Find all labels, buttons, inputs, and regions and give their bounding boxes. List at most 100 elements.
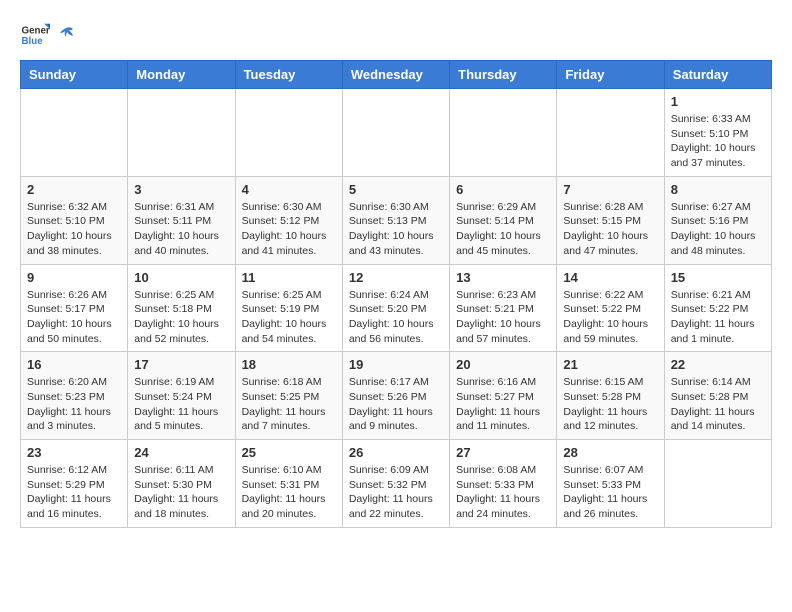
day-info: Sunrise: 6:25 AM Sunset: 5:18 PM Dayligh… xyxy=(134,288,228,347)
calendar-day-cell xyxy=(235,89,342,177)
calendar-day-cell: 24Sunrise: 6:11 AM Sunset: 5:30 PM Dayli… xyxy=(128,440,235,528)
day-info: Sunrise: 6:07 AM Sunset: 5:33 PM Dayligh… xyxy=(563,463,657,522)
day-number: 14 xyxy=(563,270,657,285)
calendar-day-cell: 27 Sunrise: 6:08 AM Sunset: 5:33 PM Dayli… xyxy=(450,440,557,528)
day-number: 13 xyxy=(456,270,550,285)
calendar-day-cell xyxy=(21,89,128,177)
calendar-day-cell: 23 Sunrise: 6:12 AM Sunset: 5:29 PM Dayli… xyxy=(21,440,128,528)
day-info: Sunrise: 6:14 AM Sunset: 5:28 PM Dayligh… xyxy=(671,375,765,434)
day-number: 21 xyxy=(563,357,657,372)
day-number: 22 xyxy=(671,357,765,372)
calendar-day-cell: 8 Sunrise: 6:27 AM Sunset: 5:16 PM Daylig… xyxy=(664,176,771,264)
calendar-day-cell: 4Sunrise: 6:30 AM Sunset: 5:12 PM Daylig… xyxy=(235,176,342,264)
calendar-table: SundayMondayTuesdayWednesdayThursdayFrid… xyxy=(20,60,772,528)
calendar-week-row: 1 Sunrise: 6:33 AM Sunset: 5:10 PM Daylig… xyxy=(21,89,772,177)
day-number: 1 xyxy=(671,94,765,109)
day-number: 19 xyxy=(349,357,443,372)
calendar-week-row: 2 Sunrise: 6:32 AM Sunset: 5:10 PM Daylig… xyxy=(21,176,772,264)
day-info: Sunrise: 6:22 AM Sunset: 5:22 PM Dayligh… xyxy=(563,288,657,347)
day-info: Sunrise: 6:25 AM Sunset: 5:19 PM Dayligh… xyxy=(242,288,336,347)
calendar-day-cell: 12 Sunrise: 6:24 AM Sunset: 5:20 PM Dayli… xyxy=(342,264,449,352)
day-number: 25 xyxy=(242,445,336,460)
calendar-day-cell: 22 Sunrise: 6:14 AM Sunset: 5:28 PM Dayli… xyxy=(664,352,771,440)
calendar-day-cell: 9 Sunrise: 6:26 AM Sunset: 5:17 PM Daylig… xyxy=(21,264,128,352)
day-number: 23 xyxy=(27,445,121,460)
weekday-header: Saturday xyxy=(664,61,771,89)
weekday-header: Thursday xyxy=(450,61,557,89)
day-number: 12 xyxy=(349,270,443,285)
day-info: Sunrise: 6:21 AM Sunset: 5:22 PM Dayligh… xyxy=(671,288,765,347)
day-number: 6 xyxy=(456,182,550,197)
day-info: Sunrise: 6:10 AM Sunset: 5:31 PM Dayligh… xyxy=(242,463,336,522)
day-number: 2 xyxy=(27,182,121,197)
calendar-day-cell: 3Sunrise: 6:31 AM Sunset: 5:11 PM Daylig… xyxy=(128,176,235,264)
day-info: Sunrise: 6:29 AM Sunset: 5:14 PM Dayligh… xyxy=(456,200,550,259)
calendar-day-cell: 21 Sunrise: 6:15 AM Sunset: 5:28 PM Dayli… xyxy=(557,352,664,440)
day-info: Sunrise: 6:16 AM Sunset: 5:27 PM Dayligh… xyxy=(456,375,550,434)
day-number: 18 xyxy=(242,357,336,372)
calendar-day-cell: 7Sunrise: 6:28 AM Sunset: 5:15 PM Daylig… xyxy=(557,176,664,264)
calendar-day-cell: 11 Sunrise: 6:25 AM Sunset: 5:19 PM Dayli… xyxy=(235,264,342,352)
day-info: Sunrise: 6:12 AM Sunset: 5:29 PM Dayligh… xyxy=(27,463,121,522)
day-info: Sunrise: 6:33 AM Sunset: 5:10 PM Dayligh… xyxy=(671,112,765,171)
day-info: Sunrise: 6:20 AM Sunset: 5:23 PM Dayligh… xyxy=(27,375,121,434)
calendar-week-row: 9 Sunrise: 6:26 AM Sunset: 5:17 PM Daylig… xyxy=(21,264,772,352)
day-number: 15 xyxy=(671,270,765,285)
calendar-day-cell: 16 Sunrise: 6:20 AM Sunset: 5:23 PM Dayli… xyxy=(21,352,128,440)
weekday-header: Friday xyxy=(557,61,664,89)
day-number: 27 xyxy=(456,445,550,460)
day-number: 11 xyxy=(242,270,336,285)
calendar-day-cell: 19 Sunrise: 6:17 AM Sunset: 5:26 PM Dayli… xyxy=(342,352,449,440)
svg-text:Blue: Blue xyxy=(22,36,44,47)
day-info: Sunrise: 6:32 AM Sunset: 5:10 PM Dayligh… xyxy=(27,200,121,259)
day-number: 8 xyxy=(671,182,765,197)
logo: General Blue xyxy=(20,20,78,50)
calendar-day-cell: 1 Sunrise: 6:33 AM Sunset: 5:10 PM Daylig… xyxy=(664,89,771,177)
day-info: Sunrise: 6:15 AM Sunset: 5:28 PM Dayligh… xyxy=(563,375,657,434)
day-info: Sunrise: 6:19 AM Sunset: 5:24 PM Dayligh… xyxy=(134,375,228,434)
calendar-day-cell xyxy=(128,89,235,177)
calendar-day-cell: 2 Sunrise: 6:32 AM Sunset: 5:10 PM Daylig… xyxy=(21,176,128,264)
calendar-day-cell: 15 Sunrise: 6:21 AM Sunset: 5:22 PM Dayli… xyxy=(664,264,771,352)
svg-text:General: General xyxy=(22,26,51,37)
calendar-header-row: SundayMondayTuesdayWednesdayThursdayFrid… xyxy=(21,61,772,89)
day-info: Sunrise: 6:09 AM Sunset: 5:32 PM Dayligh… xyxy=(349,463,443,522)
day-info: Sunrise: 6:27 AM Sunset: 5:16 PM Dayligh… xyxy=(671,200,765,259)
day-number: 16 xyxy=(27,357,121,372)
day-info: Sunrise: 6:26 AM Sunset: 5:17 PM Dayligh… xyxy=(27,288,121,347)
calendar-day-cell: 28 Sunrise: 6:07 AM Sunset: 5:33 PM Dayli… xyxy=(557,440,664,528)
day-info: Sunrise: 6:18 AM Sunset: 5:25 PM Dayligh… xyxy=(242,375,336,434)
calendar-day-cell: 6 Sunrise: 6:29 AM Sunset: 5:14 PM Daylig… xyxy=(450,176,557,264)
weekday-header: Tuesday xyxy=(235,61,342,89)
weekday-header: Wednesday xyxy=(342,61,449,89)
calendar-day-cell: 14 Sunrise: 6:22 AM Sunset: 5:22 PM Dayli… xyxy=(557,264,664,352)
logo-icon: General Blue xyxy=(20,20,50,50)
calendar-day-cell xyxy=(342,89,449,177)
logo-bird-icon xyxy=(55,24,77,46)
calendar-week-row: 23 Sunrise: 6:12 AM Sunset: 5:29 PM Dayli… xyxy=(21,440,772,528)
calendar-day-cell xyxy=(664,440,771,528)
day-info: Sunrise: 6:08 AM Sunset: 5:33 PM Dayligh… xyxy=(456,463,550,522)
calendar-day-cell xyxy=(450,89,557,177)
calendar-day-cell: 18 Sunrise: 6:18 AM Sunset: 5:25 PM Dayli… xyxy=(235,352,342,440)
calendar-day-cell: 10 Sunrise: 6:25 AM Sunset: 5:18 PM Dayli… xyxy=(128,264,235,352)
calendar-week-row: 16 Sunrise: 6:20 AM Sunset: 5:23 PM Dayli… xyxy=(21,352,772,440)
day-info: Sunrise: 6:24 AM Sunset: 5:20 PM Dayligh… xyxy=(349,288,443,347)
day-number: 28 xyxy=(563,445,657,460)
day-number: 17 xyxy=(134,357,228,372)
day-number: 9 xyxy=(27,270,121,285)
calendar-day-cell: 13Sunrise: 6:23 AM Sunset: 5:21 PM Dayli… xyxy=(450,264,557,352)
day-number: 10 xyxy=(134,270,228,285)
day-number: 26 xyxy=(349,445,443,460)
day-number: 5 xyxy=(349,182,443,197)
day-info: Sunrise: 6:17 AM Sunset: 5:26 PM Dayligh… xyxy=(349,375,443,434)
day-number: 24 xyxy=(134,445,228,460)
calendar-day-cell: 26 Sunrise: 6:09 AM Sunset: 5:32 PM Dayli… xyxy=(342,440,449,528)
weekday-header: Sunday xyxy=(21,61,128,89)
day-number: 4 xyxy=(242,182,336,197)
day-info: Sunrise: 6:30 AM Sunset: 5:13 PM Dayligh… xyxy=(349,200,443,259)
calendar-day-cell: 5 Sunrise: 6:30 AM Sunset: 5:13 PM Daylig… xyxy=(342,176,449,264)
day-number: 7 xyxy=(563,182,657,197)
calendar-day-cell xyxy=(557,89,664,177)
calendar-day-cell: 25 Sunrise: 6:10 AM Sunset: 5:31 PM Dayli… xyxy=(235,440,342,528)
